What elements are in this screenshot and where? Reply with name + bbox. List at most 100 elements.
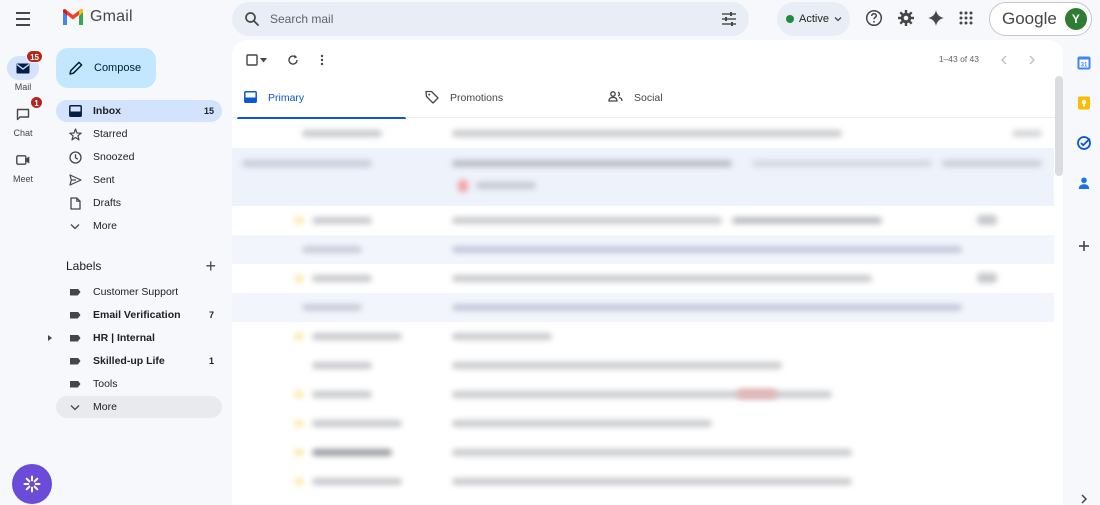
status-dropdown[interactable]: Active bbox=[777, 2, 850, 36]
label-tag-icon bbox=[68, 331, 82, 345]
select-menu-caret-icon[interactable] bbox=[258, 52, 268, 68]
clock-icon bbox=[68, 150, 82, 164]
nav-item-sent[interactable]: Sent bbox=[56, 169, 222, 191]
search-bar bbox=[232, 2, 749, 36]
chevron-down-icon bbox=[68, 400, 82, 414]
chat-badge: 1 bbox=[30, 96, 43, 109]
prev-page-icon[interactable] bbox=[996, 52, 1012, 68]
label-name: Skilled-up Life bbox=[93, 355, 165, 367]
email-row[interactable] bbox=[232, 119, 1054, 148]
rail-label-meet: Meet bbox=[12, 174, 33, 184]
email-row[interactable] bbox=[232, 322, 1054, 351]
rail-item-mail[interactable]: 15 Mail bbox=[0, 50, 46, 92]
nav-label: Starred bbox=[93, 128, 128, 140]
label-name: Customer Support bbox=[93, 286, 179, 298]
logo-text: Gmail bbox=[90, 8, 133, 25]
search-options-icon[interactable] bbox=[721, 11, 737, 32]
tab-promotions[interactable]: Promotions bbox=[413, 78, 587, 118]
pagination-label: 1–43 of 43 bbox=[938, 54, 979, 64]
unread-count: 15 bbox=[203, 106, 214, 116]
main-menu-button[interactable] bbox=[11, 8, 35, 30]
folder-nav: Inbox 15 Starred Snoozed Sent Drafts Mor… bbox=[56, 100, 222, 237]
email-row[interactable] bbox=[232, 148, 1054, 206]
apps-grid-icon[interactable] bbox=[956, 8, 976, 28]
gmail-logo[interactable]: Gmail bbox=[62, 8, 133, 26]
labels-list: Customer Support Email Verification 7 HR… bbox=[48, 281, 222, 418]
search-icon[interactable] bbox=[244, 11, 260, 32]
list-scrollbar[interactable] bbox=[1055, 76, 1063, 176]
email-row[interactable] bbox=[232, 293, 1054, 322]
nav-label: More bbox=[93, 220, 117, 232]
label-item-email-verification[interactable]: Email Verification 7 bbox=[56, 304, 222, 326]
label-name: HR | Internal bbox=[93, 332, 155, 344]
tab-primary[interactable]: Primary bbox=[232, 78, 406, 119]
rail-item-chat[interactable]: 1 Chat bbox=[0, 96, 46, 138]
assistant-launcher-button[interactable] bbox=[12, 464, 52, 504]
tag-icon bbox=[425, 90, 439, 107]
compose-label: Compose bbox=[94, 62, 142, 74]
label-item-skilled-up-life[interactable]: Skilled-up Life 1 bbox=[56, 350, 222, 372]
add-icon[interactable] bbox=[1075, 237, 1093, 255]
people-icon bbox=[608, 91, 623, 105]
search-input[interactable] bbox=[270, 2, 690, 36]
mail-list-panel: 1–43 of 43 Primary Promotions Social bbox=[232, 40, 1063, 505]
label-item-hr-internal[interactable]: HR | Internal bbox=[48, 327, 222, 349]
label-count: 1 bbox=[208, 356, 214, 366]
next-page-icon[interactable] bbox=[1024, 52, 1040, 68]
email-row[interactable] bbox=[232, 409, 1054, 438]
account-switcher[interactable]: Google Y bbox=[989, 2, 1092, 36]
email-row[interactable] bbox=[232, 351, 1054, 380]
label-tag-icon bbox=[68, 285, 82, 299]
tab-label: Social bbox=[634, 92, 663, 104]
email-row[interactable] bbox=[232, 264, 1054, 293]
nav-item-drafts[interactable]: Drafts bbox=[56, 192, 222, 214]
calendar-icon[interactable]: 31 bbox=[1075, 54, 1093, 72]
avatar: Y bbox=[1064, 8, 1087, 30]
pencil-icon bbox=[69, 61, 83, 75]
expand-caret-icon[interactable] bbox=[48, 335, 52, 341]
email-row[interactable] bbox=[232, 206, 1054, 235]
email-row[interactable] bbox=[232, 235, 1054, 264]
more-vert-icon[interactable] bbox=[314, 52, 330, 68]
label-tag-icon bbox=[68, 308, 82, 322]
chevron-right-icon[interactable] bbox=[1075, 490, 1093, 505]
star-icon bbox=[68, 127, 82, 141]
contacts-icon[interactable] bbox=[1075, 174, 1093, 192]
nav-item-more[interactable]: More bbox=[56, 215, 222, 237]
email-row[interactable] bbox=[232, 467, 1054, 496]
chat-icon: 1 bbox=[7, 96, 43, 126]
nav-item-inbox[interactable]: Inbox 15 bbox=[56, 100, 222, 122]
label-item-tools[interactable]: Tools bbox=[56, 373, 222, 395]
labels-more-button[interactable]: More bbox=[56, 396, 222, 418]
labels-header: Labels + bbox=[66, 257, 216, 275]
nav-label: Drafts bbox=[93, 197, 122, 209]
compose-button[interactable]: Compose bbox=[56, 48, 156, 88]
labels-heading: Labels bbox=[66, 259, 102, 273]
category-tabs: Primary Promotions Social bbox=[232, 78, 1063, 119]
video-icon bbox=[7, 148, 39, 172]
app-rail: 15 Mail 1 Chat Meet bbox=[0, 0, 52, 505]
inbox-icon bbox=[244, 90, 257, 106]
add-label-icon[interactable]: + bbox=[205, 257, 216, 275]
nav-label: Inbox bbox=[93, 105, 121, 117]
mail-icon: 15 bbox=[7, 50, 43, 80]
keep-icon[interactable] bbox=[1075, 94, 1093, 112]
email-row[interactable] bbox=[232, 380, 1054, 409]
help-icon[interactable] bbox=[864, 8, 884, 28]
label-item-customer-support[interactable]: Customer Support bbox=[56, 281, 222, 303]
rail-item-meet[interactable]: Meet bbox=[0, 148, 46, 184]
tasks-icon[interactable] bbox=[1075, 134, 1093, 152]
settings-gear-icon[interactable] bbox=[896, 8, 916, 28]
status-dot bbox=[786, 15, 794, 23]
gmail-m-icon bbox=[63, 8, 83, 25]
nav-item-snoozed[interactable]: Snoozed bbox=[56, 146, 222, 168]
side-panel: 31 bbox=[1068, 40, 1100, 505]
gemini-sparkle-icon[interactable] bbox=[926, 8, 946, 28]
tab-social[interactable]: Social bbox=[596, 78, 770, 118]
svg-text:31: 31 bbox=[1081, 63, 1088, 69]
nav-item-starred[interactable]: Starred bbox=[56, 123, 222, 145]
inbox-icon bbox=[68, 104, 82, 118]
label-name: Email Verification bbox=[93, 309, 181, 321]
refresh-icon[interactable] bbox=[285, 52, 301, 68]
email-row[interactable] bbox=[232, 438, 1054, 467]
